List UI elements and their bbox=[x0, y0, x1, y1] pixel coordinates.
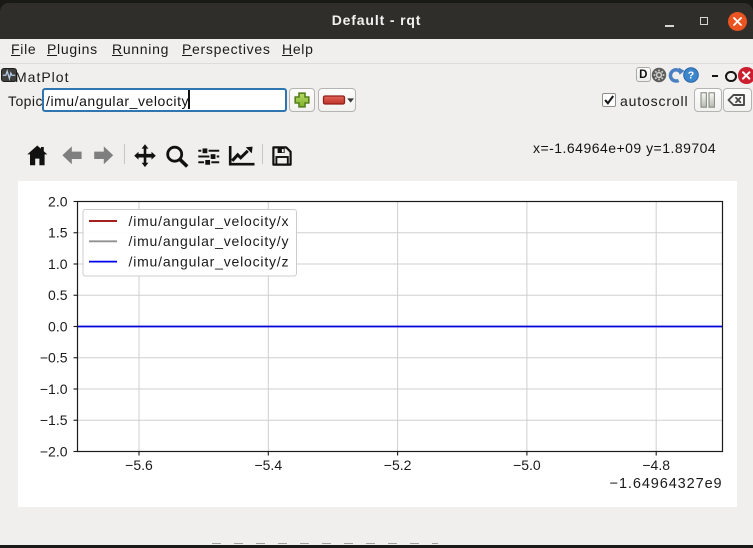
svg-text:/imu/angular_velocity/y: /imu/angular_velocity/y bbox=[129, 233, 290, 249]
svg-text:−1.0: −1.0 bbox=[40, 381, 68, 397]
svg-text:−5.2: −5.2 bbox=[384, 457, 412, 473]
svg-text:−1.64964327e9: −1.64964327e9 bbox=[610, 476, 723, 492]
svg-text:−1.5: −1.5 bbox=[40, 412, 68, 428]
svg-text:/imu/angular_velocity/z: /imu/angular_velocity/z bbox=[129, 254, 290, 270]
svg-text:−2.0: −2.0 bbox=[40, 443, 68, 459]
svg-text:1.0: 1.0 bbox=[48, 256, 68, 272]
svg-text:1.5: 1.5 bbox=[48, 225, 68, 241]
svg-text:−5.6: −5.6 bbox=[125, 457, 153, 473]
svg-text:?: ? bbox=[687, 70, 693, 82]
svg-text:0.5: 0.5 bbox=[48, 287, 68, 303]
svg-text:−0.5: −0.5 bbox=[40, 350, 68, 366]
svg-text:−5.4: −5.4 bbox=[254, 457, 282, 473]
svg-text:2.0: 2.0 bbox=[48, 193, 68, 209]
svg-text:0.0: 0.0 bbox=[48, 318, 68, 334]
svg-text:−5.0: −5.0 bbox=[513, 457, 541, 473]
svg-text:−4.8: −4.8 bbox=[642, 457, 670, 473]
svg-text:/imu/angular_velocity/x: /imu/angular_velocity/x bbox=[129, 213, 290, 229]
